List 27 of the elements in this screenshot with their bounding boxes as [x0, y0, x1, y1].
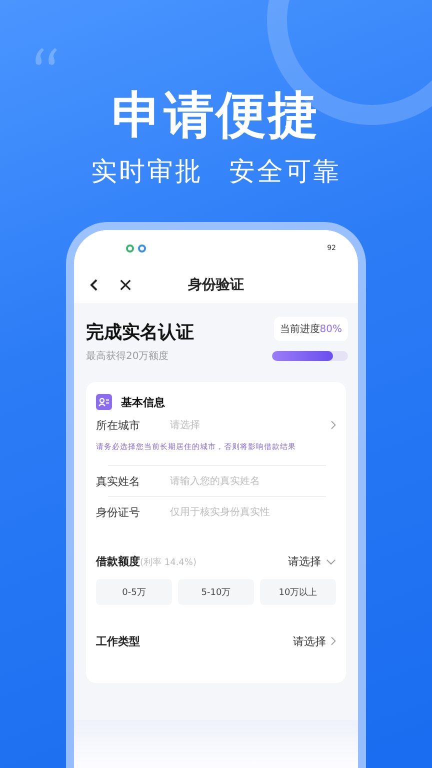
close-icon[interactable]	[119, 278, 132, 292]
hero-title: 申请便捷	[112, 86, 320, 144]
amount-option[interactable]: 5-10万	[178, 579, 254, 605]
hero-subtitle: 安全可靠	[229, 156, 341, 188]
loan-select[interactable]: 请选择	[288, 554, 321, 568]
job-label: 工作类型	[96, 634, 141, 648]
section-title: 基本信息	[121, 394, 165, 410]
chevron-right-icon	[330, 636, 336, 646]
progress-percent: 80%	[320, 324, 342, 335]
job-select[interactable]: 请选择	[293, 634, 326, 648]
nav-title: 身份验证	[188, 276, 244, 294]
rate-text: (利率 14.4%)	[140, 558, 196, 568]
chevron-right-icon	[330, 420, 336, 430]
loan-label: 借款额度	[96, 554, 140, 568]
id-card-icon	[96, 394, 112, 410]
field-label: 所在城市	[96, 418, 141, 432]
field-label: 真实姓名	[96, 474, 141, 488]
status-icon	[126, 244, 148, 252]
progress-label: 当前进度	[280, 324, 320, 335]
progress-subheading: 最高获得20万额度	[86, 350, 170, 363]
quote-icon	[34, 46, 60, 66]
hero-subtitle: 实时审批	[91, 156, 203, 188]
field-label: 身份证号	[96, 504, 141, 520]
progress-heading: 完成实名认证	[86, 321, 194, 344]
amount-option[interactable]: 0-5万	[96, 579, 172, 605]
amount-option[interactable]: 10万以上	[260, 579, 336, 605]
chevron-down-icon	[326, 558, 336, 564]
